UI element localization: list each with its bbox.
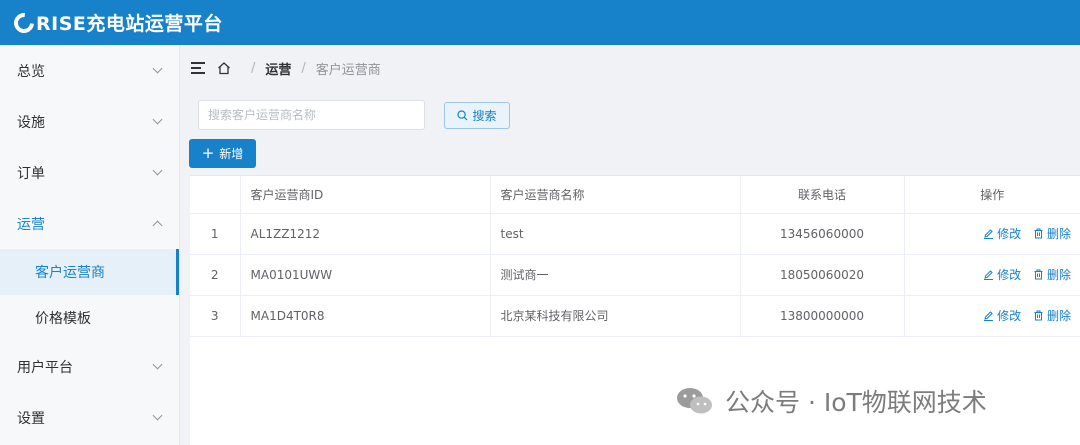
search-input[interactable] [198,100,425,130]
column-header-index [190,176,241,214]
search-button-label: 搜索 [472,108,497,123]
sidebar-item-orders[interactable]: 订单 [0,147,179,198]
sidebar-item-label: 设置 [17,410,45,427]
row-phone: 18050060020 [740,254,905,296]
sidebar-item-label: 总览 [17,63,45,80]
add-button[interactable]: + 新增 [189,139,256,168]
column-header-id: 客户运营商ID [240,176,491,214]
chevron-down-icon [152,165,163,176]
watermark: 公众号 · IoT物联网技术 [675,383,987,419]
edit-label: 修改 [997,268,1022,282]
breadcrumb-separator: / [301,60,306,76]
edit-label: 修改 [997,227,1022,241]
row-actions: 修改 删除 [904,254,1080,296]
row-phone: 13456060000 [740,213,905,255]
sidebar-item-overview[interactable]: 总览 [0,45,179,96]
delete-label: 删除 [1046,268,1071,282]
sidebar-subitem-label: 客户运营商 [35,265,105,281]
edit-icon [984,311,994,321]
trash-icon [1034,269,1043,280]
sidebar-item-facilities[interactable]: 设施 [0,96,179,147]
column-header-phone: 联系电话 [740,176,905,214]
delete-label: 删除 [1046,227,1071,241]
chevron-up-icon [152,220,163,231]
row-operator-id: MA1D4T0R8 [240,295,491,337]
delete-button[interactable]: 删除 [1033,266,1071,283]
sidebar-item-settings[interactable]: 设置 [0,392,179,443]
breadcrumb: / 运营 / 客户运营商 [181,45,1080,91]
row-phone: 13800000000 [740,295,905,337]
delete-label: 删除 [1046,309,1071,323]
logo-icon [9,8,39,37]
row-operator-id: MA0101UWW [240,254,491,296]
chevron-down-icon [152,114,163,125]
edit-button[interactable]: 修改 [983,266,1021,283]
plus-icon: + [201,144,215,162]
row-actions: 修改 删除 [904,295,1080,337]
chevron-down-icon [152,63,163,74]
table-row: 2 MA0101UWW 测试商一 18050060020 修改 删除 [190,254,1080,296]
row-operator-name: test [490,213,741,255]
sidebar-item-user-platform[interactable]: 用户平台 [0,341,179,392]
wechat-icon [677,388,712,414]
edit-button[interactable]: 修改 [983,307,1021,324]
chevron-down-icon [152,410,163,421]
row-index: 1 [190,213,241,255]
sidebar-item-label: 用户平台 [17,359,73,376]
trash-icon [1034,228,1043,239]
breadcrumb-section[interactable]: 运营 [265,59,291,78]
chevron-down-icon [152,359,163,370]
app-title: RISE充电站运营平台 [36,13,223,35]
add-button-label: 新增 [219,147,244,161]
row-operator-id: AL1ZZ1212 [240,213,491,255]
table-row: 3 MA1D4T0R8 北京某科技有限公司 13800000000 修改 删除 [190,295,1080,337]
sidebar: 总览 设施 订单 运营 客户运营商 价格模板 用户平台 设置 [0,45,180,445]
row-index: 2 [190,254,241,296]
sidebar-subitem-price-templates[interactable]: 价格模板 [0,295,179,341]
watermark-text: 公众号 · IoT物联网技术 [725,388,987,417]
sidebar-subitem-customer-operators[interactable]: 客户运营商 [0,249,179,295]
top-header: RISE充电站运营平台 [0,0,1080,45]
edit-icon [984,270,994,280]
search-icon [457,109,468,120]
menu-fold-icon[interactable] [191,62,207,74]
row-actions: 修改 删除 [904,213,1080,255]
table-header-row: 客户运营商ID 客户运营商名称 联系电话 操作 [190,176,1080,214]
edit-button[interactable]: 修改 [983,225,1021,242]
search-button[interactable]: 搜索 [444,101,510,129]
sidebar-item-operations[interactable]: 运营 [0,198,179,249]
sidebar-item-label: 运营 [17,216,45,233]
table-row: 1 AL1ZZ1212 test 13456060000 修改 删除 [190,213,1080,255]
row-operator-name: 北京某科技有限公司 [490,295,741,337]
breadcrumb-separator: / [251,60,256,76]
sidebar-subitem-label: 价格模板 [35,311,91,327]
sidebar-item-label: 订单 [17,165,45,182]
row-index: 3 [190,295,241,337]
column-header-actions: 操作 [904,176,1080,214]
row-operator-name: 测试商一 [490,254,741,296]
column-header-name: 客户运营商名称 [490,176,741,214]
trash-icon [1034,310,1043,321]
sidebar-item-label: 设施 [17,114,45,131]
edit-label: 修改 [997,309,1022,323]
breadcrumb-current: 客户运营商 [315,62,381,78]
delete-button[interactable]: 删除 [1033,225,1071,242]
edit-icon [984,229,994,239]
home-icon[interactable] [217,61,231,75]
delete-button[interactable]: 删除 [1033,307,1071,324]
search-row: 搜索 [198,100,510,130]
